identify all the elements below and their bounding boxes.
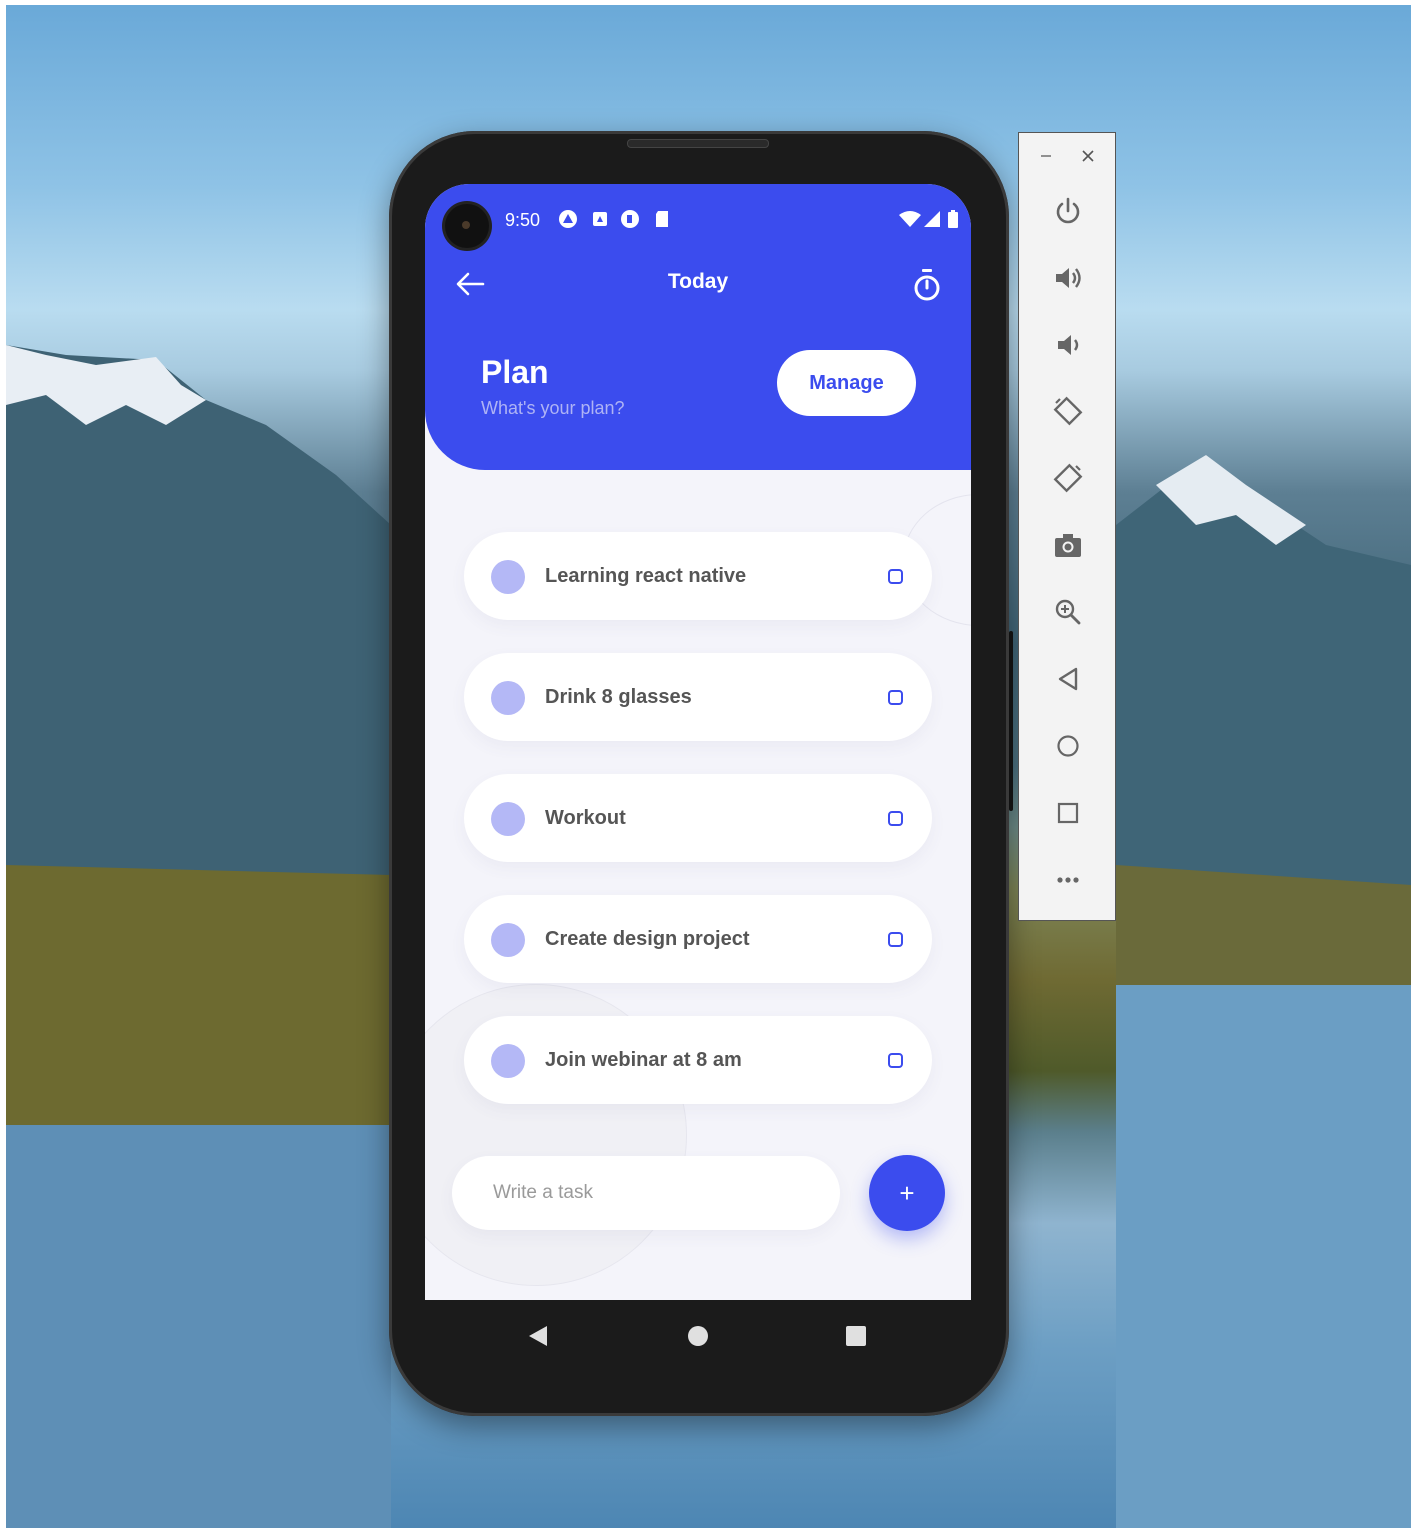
battery-icon bbox=[948, 210, 958, 228]
task-label: Create design project bbox=[545, 928, 750, 950]
android-nav-bar bbox=[425, 1300, 971, 1370]
volume-down-button[interactable] bbox=[1049, 326, 1087, 364]
power-icon bbox=[1056, 197, 1080, 224]
overview-icon bbox=[1057, 802, 1079, 824]
emu-overview-button[interactable] bbox=[1049, 794, 1087, 832]
minimize-icon[interactable] bbox=[1039, 149, 1053, 163]
task-bullet bbox=[491, 1044, 525, 1078]
home-icon bbox=[1057, 735, 1079, 757]
task-checkbox[interactable] bbox=[888, 690, 903, 705]
emu-more-button[interactable] bbox=[1049, 861, 1087, 899]
add-task-button[interactable]: + bbox=[869, 1155, 945, 1231]
task-item[interactable]: Learning react native bbox=[464, 532, 932, 620]
volume-down-icon bbox=[1058, 335, 1079, 355]
rotate-right-icon bbox=[1053, 463, 1083, 493]
task-input[interactable] bbox=[452, 1156, 840, 1230]
app-header: 9:50 Today Plan What's your plan? Manage bbox=[425, 184, 971, 470]
nav-back-icon[interactable] bbox=[527, 1325, 549, 1347]
task-label: Join webinar at 8 am bbox=[545, 1049, 742, 1071]
wifi-icon bbox=[899, 211, 921, 227]
task-bullet bbox=[491, 560, 525, 594]
task-checkbox[interactable] bbox=[888, 811, 903, 826]
phone-side-key bbox=[1009, 631, 1013, 811]
page-subtitle: What's your plan? bbox=[481, 398, 625, 418]
task-checkbox[interactable] bbox=[888, 1053, 903, 1068]
task-label: Learning react native bbox=[545, 565, 747, 587]
rotate-right-button[interactable] bbox=[1049, 459, 1087, 497]
front-camera bbox=[445, 204, 489, 248]
power-button[interactable] bbox=[1049, 192, 1087, 230]
page-title: Plan bbox=[481, 354, 549, 390]
emu-home-button[interactable] bbox=[1049, 727, 1087, 765]
emu-back-button[interactable] bbox=[1049, 660, 1087, 698]
task-label: Drink 8 glasses bbox=[545, 686, 692, 708]
stopwatch-icon[interactable] bbox=[911, 268, 943, 302]
task-item[interactable]: Join webinar at 8 am bbox=[464, 1016, 932, 1104]
zoom-button[interactable] bbox=[1049, 593, 1087, 631]
sd-card-icon bbox=[656, 211, 668, 227]
phone-speaker bbox=[627, 139, 769, 148]
nav-home-icon[interactable] bbox=[687, 1325, 709, 1347]
task-label: Workout bbox=[545, 807, 626, 829]
manage-button[interactable]: Manage bbox=[777, 350, 916, 416]
notification-icon bbox=[621, 210, 639, 228]
nav-title: Today bbox=[667, 270, 729, 293]
task-checkbox[interactable] bbox=[888, 932, 903, 947]
camera-icon bbox=[1055, 534, 1081, 557]
task-item[interactable]: Create design project bbox=[464, 895, 932, 983]
volume-up-icon bbox=[1056, 268, 1081, 288]
zoom-icon bbox=[1055, 599, 1081, 625]
close-icon[interactable] bbox=[1081, 149, 1095, 163]
expo-notification-icon bbox=[559, 210, 577, 228]
volume-up-button[interactable] bbox=[1049, 259, 1087, 297]
emulator-toolbar bbox=[1018, 132, 1116, 921]
task-bullet bbox=[491, 681, 525, 715]
task-bullet bbox=[491, 923, 525, 957]
signal-icon bbox=[924, 211, 940, 227]
task-checkbox[interactable] bbox=[888, 569, 903, 584]
back-icon bbox=[1058, 667, 1078, 691]
screenshot-button[interactable] bbox=[1049, 526, 1087, 564]
nav-overview-icon[interactable] bbox=[845, 1325, 867, 1347]
task-bullet bbox=[491, 802, 525, 836]
status-time: 9:50 bbox=[505, 210, 541, 230]
notification-icon bbox=[593, 212, 607, 226]
task-item[interactable]: Workout bbox=[464, 774, 932, 862]
more-icon bbox=[1057, 877, 1079, 883]
phone-device: 9:50 Today Plan What's your plan? Manage… bbox=[389, 131, 1013, 1416]
rotate-left-button[interactable] bbox=[1049, 392, 1087, 430]
task-item[interactable]: Drink 8 glasses bbox=[464, 653, 932, 741]
app-screen: 9:50 Today Plan What's your plan? Manage… bbox=[425, 184, 971, 1300]
rotate-left-icon bbox=[1053, 396, 1083, 426]
